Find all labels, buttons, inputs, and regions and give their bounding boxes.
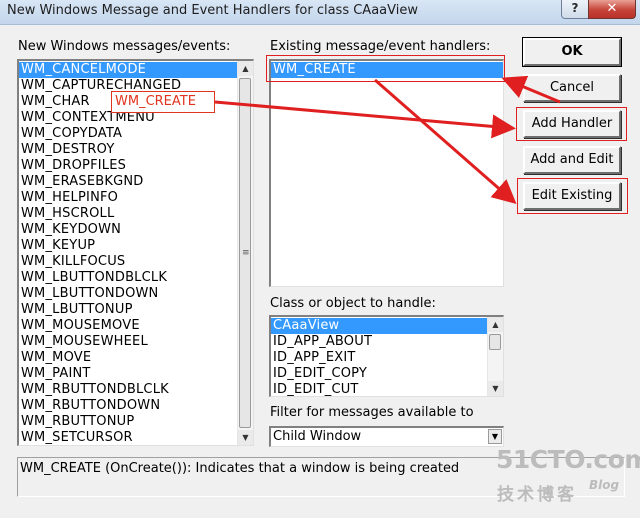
arrow-to-edit-existing — [374, 78, 517, 204]
arrow-to-add-handler — [214, 100, 516, 139]
callout-label: WM_CREATE — [111, 91, 215, 113]
watermark-subtitle: 技术博客 — [497, 485, 577, 505]
annotation-arrows — [214, 75, 561, 204]
watermark-blog: Blog — [589, 478, 620, 492]
watermark-logo: 51CTO.com — [496, 445, 640, 474]
arrow-to-handler-list — [501, 75, 561, 104]
